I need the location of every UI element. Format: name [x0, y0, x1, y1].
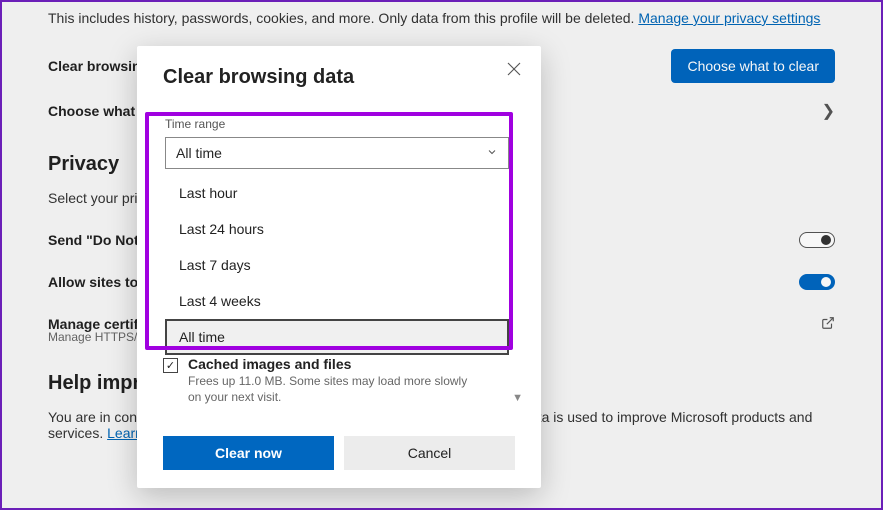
time-range-value: All time — [176, 145, 222, 161]
clear-browsing-data-dialog: Clear browsing data Time range All time … — [137, 46, 541, 488]
close-icon[interactable] — [505, 60, 523, 78]
time-range-select[interactable]: All time — [165, 137, 509, 169]
time-range-label: Time range — [165, 117, 515, 131]
time-range-dropdown: Last hour Last 24 hours Last 7 days Last… — [165, 175, 509, 355]
cached-images-subtext: Frees up 11.0 MB. Some sites may load mo… — [188, 374, 468, 405]
chevron-down-icon — [486, 145, 498, 161]
option-last-hour[interactable]: Last hour — [165, 175, 509, 211]
cached-images-label: Cached images and files — [188, 356, 468, 372]
clear-now-button[interactable]: Clear now — [163, 436, 334, 470]
dialog-title: Clear browsing data — [163, 66, 515, 89]
scroll-down-icon[interactable]: ▼ — [512, 392, 523, 404]
option-last-24-hours[interactable]: Last 24 hours — [165, 211, 509, 247]
option-last-7-days[interactable]: Last 7 days — [165, 247, 509, 283]
cancel-button[interactable]: Cancel — [344, 436, 515, 470]
option-all-time[interactable]: All time — [165, 319, 509, 355]
cached-images-checkbox[interactable]: ✓ — [163, 358, 178, 373]
option-last-4-weeks[interactable]: Last 4 weeks — [165, 283, 509, 319]
